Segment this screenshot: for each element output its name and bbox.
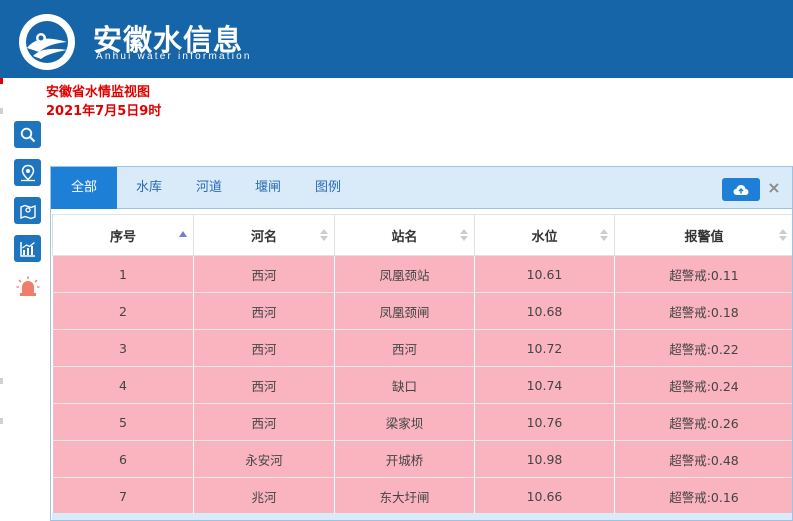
upload-button[interactable] (722, 178, 760, 201)
map-icon (19, 204, 36, 219)
cell-index: 4 (52, 366, 194, 404)
cell-alert: 超警戒:0.16 (614, 477, 792, 515)
sort-icon (460, 229, 468, 241)
edge-mark (0, 418, 3, 424)
sort-icon (320, 229, 328, 241)
table-row[interactable]: 2 西河 凤凰颈闸 10.68 超警戒:0.18 (52, 292, 792, 330)
station-panel: 全部 水库 河道 堰闸 图例 × 序号 河名 站名 水位 报警值 1 西河 凤凰… (50, 166, 793, 521)
panel-tabbar: 全部 水库 河道 堰闸 图例 × (51, 167, 792, 209)
column-header-station[interactable]: 站名 (334, 214, 475, 256)
tab-river[interactable]: 河道 (181, 167, 237, 209)
cell-alert: 超警戒:0.18 (614, 292, 792, 330)
map-title: 安徽省水情监视图 (46, 85, 151, 100)
table-header-row: 序号 河名 站名 水位 报警值 (52, 214, 792, 256)
cell-alert: 超警戒:0.22 (614, 329, 792, 367)
search-icon (20, 127, 35, 142)
close-button[interactable]: × (767, 177, 781, 199)
cell-index: 5 (52, 403, 194, 441)
table-row[interactable]: 7 兆河 东大圩闸 10.66 超警戒:0.16 (52, 477, 792, 515)
edge-mark (0, 378, 3, 384)
cell-river: 西河 (193, 292, 335, 330)
search-button[interactable] (14, 121, 41, 148)
cell-index: 7 (52, 477, 194, 515)
table-row[interactable]: 5 西河 梁家坝 10.76 超警戒:0.26 (52, 403, 792, 441)
cloud-upload-icon (733, 184, 749, 195)
column-header-alert[interactable]: 报警值 (614, 214, 792, 256)
station-table: 序号 河名 站名 水位 报警值 1 西河 凤凰颈站 10.61 超警戒:0.11… (52, 214, 792, 515)
tab-legend[interactable]: 图例 (299, 167, 357, 209)
alarm-button[interactable] (14, 273, 41, 300)
map-pin-icon (20, 164, 35, 181)
column-label: 报警值 (684, 229, 724, 245)
cell-river: 西河 (193, 366, 335, 404)
sort-asc-icon (179, 231, 187, 237)
cell-index: 2 (52, 292, 194, 330)
app-header: 安徽水信息 Anhui water information (0, 0, 793, 78)
cell-river: 西河 (193, 255, 335, 293)
cell-level: 10.76 (474, 403, 615, 441)
tab-sluice[interactable]: 堰闸 (237, 167, 299, 209)
cell-level: 10.98 (474, 440, 615, 478)
edge-mark (0, 78, 3, 84)
column-label: 站名 (391, 229, 418, 245)
left-edge (0, 78, 12, 521)
chart-icon (19, 241, 35, 257)
cell-alert: 超警戒:0.48 (614, 440, 792, 478)
cell-river: 兆河 (193, 477, 335, 515)
cell-river: 西河 (193, 403, 335, 441)
cell-alert: 超警戒:0.26 (614, 403, 792, 441)
cell-alert: 超警戒:0.11 (614, 255, 792, 293)
cell-station: 缺口 (334, 366, 475, 404)
cell-level: 10.74 (474, 366, 615, 404)
cell-station: 凤凰颈站 (334, 255, 475, 293)
app-subtitle: Anhui water information (96, 51, 252, 62)
page-title: 安徽省水情监视图 2021年7月5日9时 (46, 83, 161, 121)
hydrology-logo (19, 14, 75, 70)
tab-all[interactable]: 全部 (51, 167, 117, 209)
cell-river: 永安河 (193, 440, 335, 478)
table-row[interactable]: 1 西河 凤凰颈站 10.61 超警戒:0.11 (52, 255, 792, 293)
chart-button[interactable] (14, 235, 41, 262)
cell-index: 6 (52, 440, 194, 478)
alarm-icon (16, 276, 39, 296)
cell-station: 凤凰颈闸 (334, 292, 475, 330)
cell-station: 梁家坝 (334, 403, 475, 441)
location-button[interactable] (14, 159, 41, 186)
column-header-river[interactable]: 河名 (193, 214, 335, 256)
cell-station: 东大圩闸 (334, 477, 475, 515)
cell-index: 1 (52, 255, 194, 293)
cell-index: 3 (52, 329, 194, 367)
column-header-index[interactable]: 序号 (52, 214, 194, 256)
sort-icon (779, 229, 787, 241)
table-footer (52, 513, 792, 520)
cell-level: 10.72 (474, 329, 615, 367)
column-label: 水位 (531, 229, 558, 245)
table-row[interactable]: 6 永安河 开城桥 10.98 超警戒:0.48 (52, 440, 792, 478)
sort-icon (600, 229, 608, 241)
cell-level: 10.61 (474, 255, 615, 293)
cell-level: 10.68 (474, 292, 615, 330)
table-row[interactable]: 4 西河 缺口 10.74 超警戒:0.24 (52, 366, 792, 404)
column-label: 河名 (250, 229, 277, 245)
cell-station: 西河 (334, 329, 475, 367)
cell-station: 开城桥 (334, 440, 475, 478)
edge-mark (0, 108, 3, 114)
tab-reservoir[interactable]: 水库 (117, 167, 181, 209)
table-row[interactable]: 3 西河 西河 10.72 超警戒:0.22 (52, 329, 792, 367)
map-button[interactable] (14, 197, 41, 224)
column-header-level[interactable]: 水位 (474, 214, 615, 256)
side-toolbar (14, 121, 42, 311)
column-label: 序号 (109, 229, 136, 245)
map-timestamp: 2021年7月5日9时 (46, 104, 162, 119)
cell-river: 西河 (193, 329, 335, 367)
cell-alert: 超警戒:0.24 (614, 366, 792, 404)
cell-level: 10.66 (474, 477, 615, 515)
